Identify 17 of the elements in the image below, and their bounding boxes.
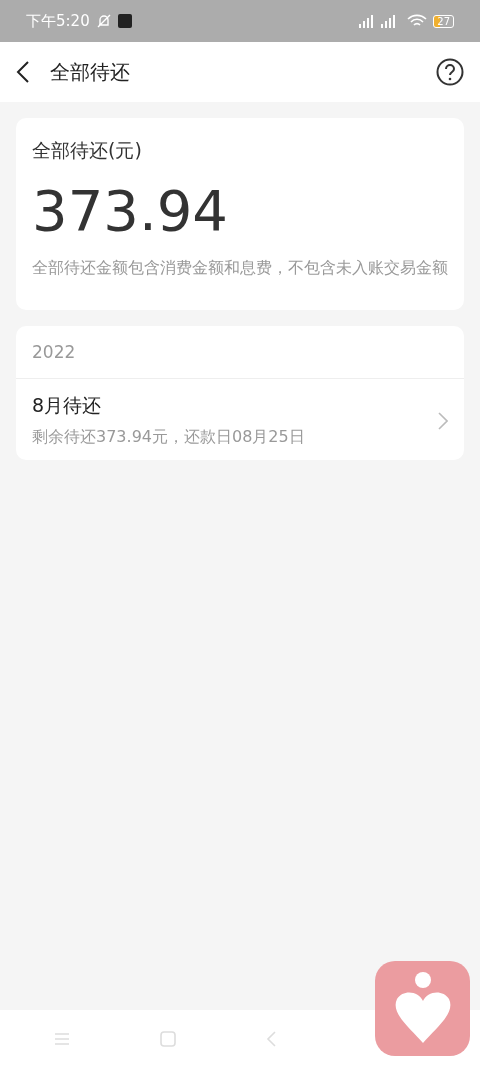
back-icon[interactable] (16, 60, 30, 84)
chevron-icon[interactable] (438, 411, 448, 430)
bill-title[interactable]: 8月待还 (32, 393, 438, 419)
summary-note: 全部待还金额包含消费金额和息费，不包含未入账交易金额 (32, 257, 448, 279)
page-title: 全部待还 (50, 58, 130, 86)
year-header: 2022 (16, 326, 464, 379)
bell-off-icon (95, 13, 112, 29)
floating-app-button[interactable] (375, 961, 470, 1056)
bill-detail: 剩余待还373.94元，还款日08月25日 (32, 427, 306, 448)
total-amount: 373.94 (32, 178, 229, 243)
summary-label: 全部待还(元) (32, 138, 143, 163)
app-icon (117, 14, 132, 28)
help-icon[interactable] (436, 58, 464, 86)
home-icon[interactable] (160, 1030, 176, 1047)
status-time: 下午5:20 (26, 11, 90, 31)
menu-icon[interactable] (54, 1031, 70, 1046)
wifi-icon (407, 14, 428, 28)
